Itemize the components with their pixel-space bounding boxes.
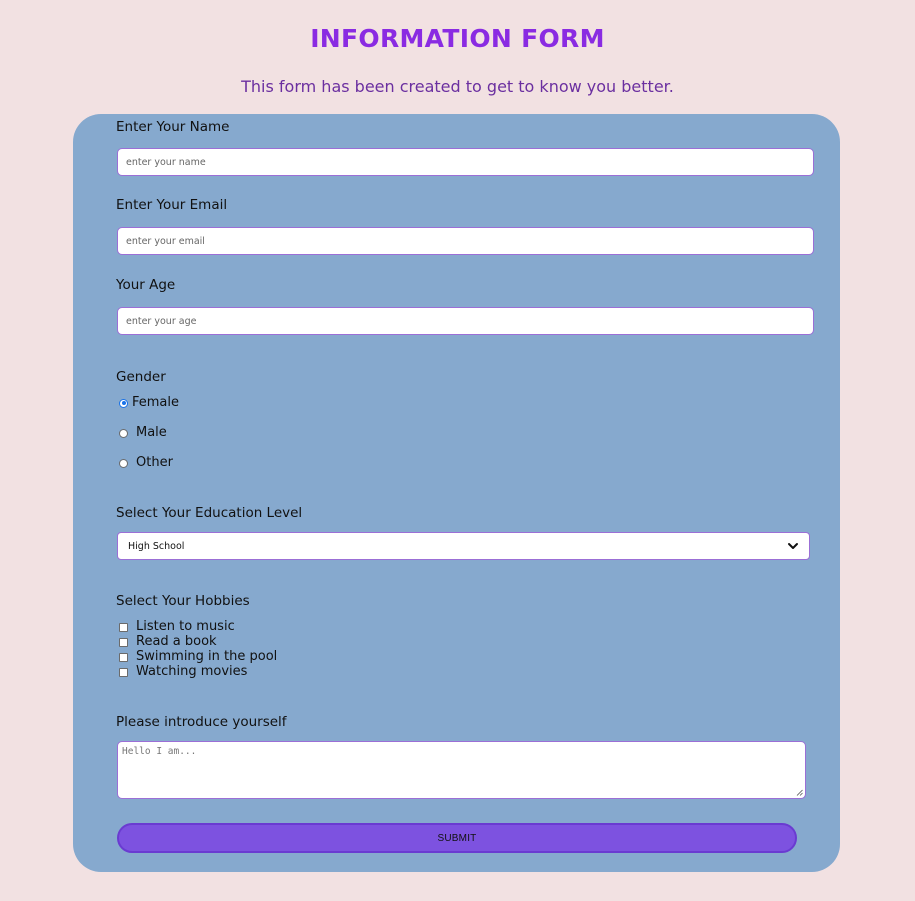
email-label: Enter Your Email bbox=[116, 197, 228, 213]
hobby-option-reading[interactable]: Read a book bbox=[119, 634, 217, 650]
chevron-down-icon bbox=[788, 543, 798, 549]
email-input[interactable] bbox=[117, 227, 814, 255]
resize-handle-icon[interactable] bbox=[796, 789, 803, 796]
gender-label: Gender bbox=[116, 369, 166, 385]
checkbox-unchecked-icon[interactable] bbox=[119, 622, 128, 632]
page-title: INFORMATION FORM bbox=[310, 24, 605, 53]
information-form: Enter Your Name Enter Your Email Your Ag… bbox=[73, 114, 840, 872]
hobby-option-movies[interactable]: Watching movies bbox=[119, 664, 247, 680]
education-select[interactable]: High School bbox=[117, 532, 810, 560]
radio-unchecked-icon[interactable] bbox=[119, 458, 128, 468]
gender-option-label: Other bbox=[136, 455, 173, 470]
intro-textarea[interactable]: Hello I am... bbox=[117, 741, 806, 799]
hobby-option-label: Swimming in the pool bbox=[136, 649, 278, 664]
checkbox-unchecked-icon[interactable] bbox=[119, 652, 128, 662]
hobby-option-music[interactable]: Listen to music bbox=[119, 619, 235, 635]
radio-unchecked-icon[interactable] bbox=[119, 428, 128, 438]
hobby-option-swimming[interactable]: Swimming in the pool bbox=[119, 649, 277, 665]
gender-option-male[interactable]: Male bbox=[119, 425, 167, 441]
name-label: Enter Your Name bbox=[116, 119, 230, 135]
intro-placeholder: Hello I am... bbox=[122, 746, 197, 757]
page-subtitle: This form has been created to get to kno… bbox=[241, 77, 674, 96]
hobby-option-label: Listen to music bbox=[136, 619, 235, 634]
submit-button[interactable]: SUBMIT bbox=[117, 823, 797, 853]
checkbox-unchecked-icon[interactable] bbox=[119, 667, 128, 677]
name-input[interactable] bbox=[117, 148, 814, 176]
hobby-option-label: Watching movies bbox=[136, 664, 248, 679]
age-label: Your Age bbox=[116, 277, 176, 293]
gender-option-label: Male bbox=[136, 425, 167, 440]
education-label: Select Your Education Level bbox=[116, 505, 303, 521]
education-selected-value: High School bbox=[128, 540, 185, 552]
gender-option-other[interactable]: Other bbox=[119, 455, 173, 471]
gender-option-label: Female bbox=[132, 395, 180, 410]
hobbies-label: Select Your Hobbies bbox=[116, 593, 250, 609]
checkbox-unchecked-icon[interactable] bbox=[119, 637, 128, 647]
radio-checked-icon[interactable] bbox=[119, 398, 128, 408]
intro-label: Please introduce yourself bbox=[116, 714, 287, 730]
age-input[interactable] bbox=[117, 307, 814, 335]
gender-option-female[interactable]: Female bbox=[119, 395, 179, 411]
hobby-option-label: Read a book bbox=[136, 634, 217, 649]
